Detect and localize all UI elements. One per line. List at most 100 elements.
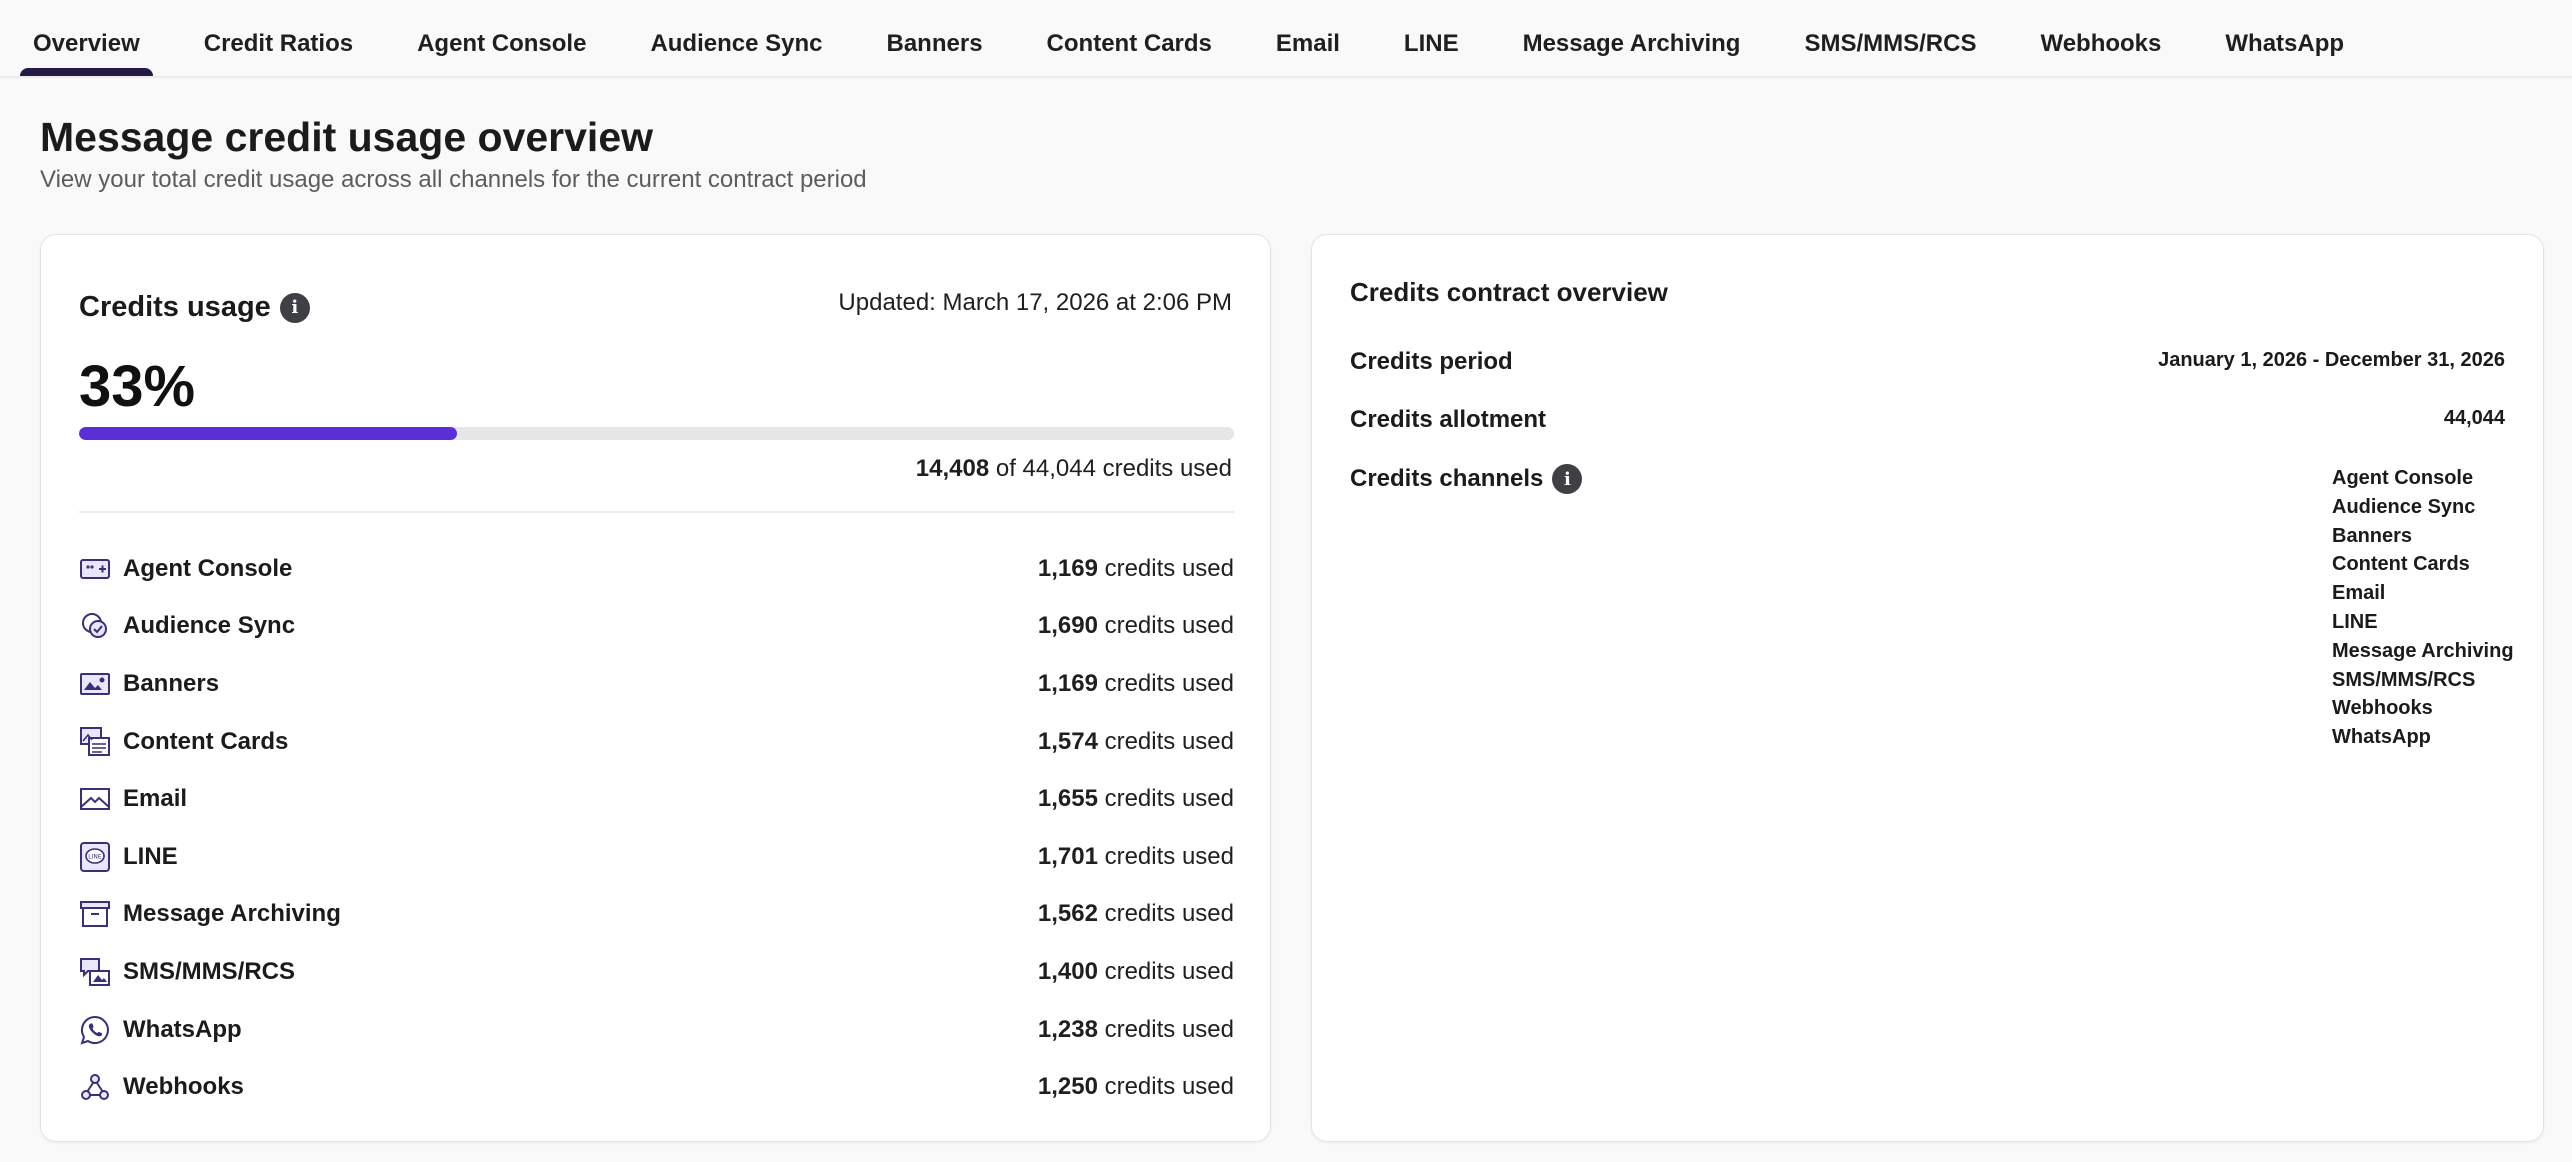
- credits-usage-title: Credits usage i: [79, 291, 310, 324]
- message-archiving-icon: [79, 898, 111, 930]
- channel-credits-used: 1,701 credits used: [1038, 843, 1234, 871]
- credits-period-label: Credits period: [1350, 348, 1513, 375]
- usage-progress-bar: [79, 427, 1234, 440]
- credits-usage-card: Credits usage i Updated: March 17, 2026 …: [40, 234, 1271, 1142]
- channel-label-group: Audience Sync: [79, 610, 295, 642]
- channel-credits-used: 1,238 credits used: [1038, 1016, 1234, 1044]
- sms-icon: [79, 956, 111, 988]
- tab-whatsapp[interactable]: WhatsApp: [2225, 0, 2344, 76]
- tab-overview[interactable]: Overview: [20, 0, 153, 76]
- channel-row-agent-console: Agent Console 1,169 credits used: [79, 540, 1234, 598]
- page-title: Message credit usage overview: [40, 114, 654, 160]
- channel-row-whatsapp: WhatsApp 1,238 credits used: [79, 1001, 1234, 1059]
- channel-used-value: 1,169: [1037, 554, 1098, 582]
- tab-sms-mms-rcs[interactable]: SMS/MMS/RCS: [1804, 0, 1976, 76]
- channel-used-suffix: credits used: [1104, 612, 1234, 640]
- line-icon: LINE: [79, 841, 111, 873]
- channel-name: Banners: [123, 669, 220, 697]
- channel-label-group: Content Cards: [79, 726, 288, 758]
- channel-label-group: Webhooks: [79, 1071, 244, 1103]
- channel-name: Webhooks: [123, 1073, 244, 1101]
- credits-channels-label-text: Credits channels: [1350, 465, 1544, 492]
- channel-name: Email: [123, 785, 188, 813]
- channel-credits-used: 1,250 credits used: [1038, 1073, 1234, 1101]
- channel-label-group: LINE LINE: [79, 841, 178, 873]
- channel-credits-used: 1,655 credits used: [1038, 785, 1234, 813]
- channel-row-sms-mms-rcs: SMS/MMS/RCS 1,400 credits used: [79, 943, 1234, 1001]
- credits-channels-label: Credits channels i: [1350, 464, 1583, 494]
- email-icon: [79, 783, 111, 815]
- whatsapp-icon: [79, 1014, 111, 1046]
- divider: [79, 511, 1234, 513]
- channel-used-suffix: credits used: [1104, 727, 1234, 755]
- contract-channel-item: Message Archiving: [2332, 639, 2514, 662]
- contract-channel-item: Content Cards: [2332, 553, 2470, 576]
- contract-channel-item: Audience Sync: [2332, 495, 2476, 518]
- info-icon[interactable]: i: [1552, 464, 1583, 494]
- contract-channel-item: SMS/MMS/RCS: [2332, 668, 2476, 691]
- tab-message-archiving[interactable]: Message Archiving: [1523, 0, 1741, 76]
- contract-channel-item: WhatsApp: [2332, 726, 2431, 749]
- channel-used-value: 1,690: [1037, 612, 1098, 640]
- channel-used-value: 1,238: [1037, 1015, 1098, 1043]
- credits-channels-list: Agent Console Audience Sync Banners Content…: [2332, 464, 2514, 752]
- banners-icon: [79, 668, 111, 700]
- channel-name: Audience Sync: [123, 612, 296, 640]
- tab-agent-console[interactable]: Agent Console: [417, 0, 586, 76]
- channel-credits-used: 1,400 credits used: [1038, 958, 1234, 986]
- tab-bar: Overview Credit Ratios Agent Console Audien…: [0, 0, 2572, 78]
- tab-webhooks[interactable]: Webhooks: [2040, 0, 2161, 76]
- channel-name: WhatsApp: [123, 1015, 242, 1043]
- channel-name: Agent Console: [123, 554, 293, 582]
- usage-progress-fill: [79, 427, 457, 440]
- channel-row-email: Email 1,655 credits used: [79, 770, 1234, 828]
- channel-usage-list: Agent Console 1,169 credits used Audienc…: [79, 540, 1234, 1116]
- channel-row-content-cards: Content Cards 1,574 credits used: [79, 713, 1234, 771]
- channel-row-audience-sync: Audience Sync 1,690 credits used: [79, 598, 1234, 656]
- channel-credits-used: 1,562 credits used: [1038, 900, 1234, 928]
- svg-text:LINE: LINE: [88, 853, 102, 860]
- webhooks-icon: [79, 1071, 111, 1103]
- contract-title: Credits contract overview: [1350, 277, 1668, 307]
- channel-used-suffix: credits used: [1104, 900, 1234, 928]
- tab-email[interactable]: Email: [1276, 0, 1340, 76]
- channel-credits-used: 1,690 credits used: [1038, 612, 1234, 640]
- channel-used-value: 1,701: [1037, 842, 1098, 870]
- channel-label-group: Email: [79, 783, 187, 815]
- contract-channel-item: Webhooks: [2332, 697, 2433, 720]
- agent-console-icon: [79, 553, 111, 585]
- tab-audience-sync[interactable]: Audience Sync: [650, 0, 822, 76]
- tab-line[interactable]: LINE: [1404, 0, 1459, 76]
- contract-channel-item: Agent Console: [2332, 467, 2474, 489]
- credits-contract-card: Credits contract overview Credits period…: [1311, 234, 2544, 1142]
- contract-channel-item: Banners: [2332, 524, 2413, 547]
- channel-used-value: 1,562: [1037, 900, 1098, 928]
- channel-credits-used: 1,574 credits used: [1038, 728, 1234, 756]
- tab-banners[interactable]: Banners: [887, 0, 983, 76]
- channel-row-banners: Banners 1,169 credits used: [79, 655, 1234, 713]
- usage-percent: 33%: [79, 354, 196, 419]
- channel-row-webhooks: Webhooks 1,250 credits used: [79, 1058, 1234, 1116]
- channel-used-value: 1,169: [1037, 669, 1098, 697]
- tab-content-cards[interactable]: Content Cards: [1047, 0, 1212, 76]
- channel-name: LINE: [123, 842, 178, 870]
- channel-row-line: LINE LINE 1,701 credits used: [79, 828, 1234, 886]
- channel-name: SMS/MMS/RCS: [123, 957, 296, 985]
- channel-used-suffix: credits used: [1104, 842, 1234, 870]
- contract-channel-item: Email: [2332, 582, 2386, 605]
- audience-sync-icon: [79, 610, 111, 642]
- channel-used-value: 1,400: [1037, 957, 1098, 985]
- channel-used-suffix: credits used: [1104, 1015, 1234, 1043]
- credits-allotment-value: 44,044: [2443, 407, 2505, 429]
- channel-used-suffix: credits used: [1104, 1073, 1234, 1101]
- tab-credit-ratios[interactable]: Credit Ratios: [204, 0, 353, 76]
- channel-credits-used: 1,169 credits used: [1038, 555, 1234, 583]
- contract-channel-item: LINE: [2332, 610, 2378, 633]
- channel-used-value: 1,655: [1037, 785, 1098, 813]
- channel-used-value: 1,574: [1037, 727, 1098, 755]
- content-cards-icon: [79, 726, 111, 758]
- info-icon[interactable]: i: [279, 292, 310, 323]
- channel-name: Content Cards: [123, 727, 289, 755]
- channel-used-suffix: credits used: [1104, 957, 1234, 985]
- credits-period-value: January 1, 2026 - December 31, 2026: [2158, 349, 2505, 371]
